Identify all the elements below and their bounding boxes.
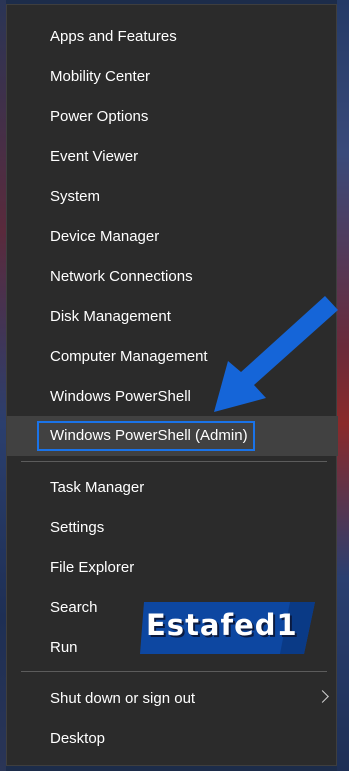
menu-item-label: Shut down or sign out [50, 690, 196, 707]
menu-item-label: Apps and Features [50, 28, 177, 45]
watermark-logo: Estafed1 [140, 600, 315, 656]
menu-item-windows-powershell[interactable]: Windows PowerShell [7, 377, 338, 417]
menu-item-label: Mobility Center [50, 68, 151, 85]
menu-item-label: Computer Management [50, 348, 208, 365]
menu-item-event-viewer[interactable]: Event Viewer [7, 137, 338, 177]
menu-item-label: Windows PowerShell [50, 388, 191, 405]
watermark-text: Estafed1 [146, 608, 298, 642]
menu-item-power-options[interactable]: Power Options [7, 97, 338, 137]
menu-item-label: Desktop [50, 730, 106, 747]
menu-item-windows-powershell-admin[interactable]: Windows PowerShell (Admin) [7, 416, 338, 456]
menu-item-label: Settings [50, 519, 105, 536]
chevron-right-icon [316, 690, 329, 703]
menu-item-apps-and-features[interactable]: Apps and Features [7, 17, 338, 57]
menu-item-file-explorer[interactable]: File Explorer [7, 548, 338, 588]
menu-item-desktop[interactable]: Desktop [7, 719, 338, 759]
menu-separator [21, 671, 327, 672]
wallpaper-right-strip [337, 0, 349, 771]
menu-item-settings[interactable]: Settings [7, 508, 338, 548]
menu-item-mobility-center[interactable]: Mobility Center [7, 57, 338, 97]
menu-item-label: System [50, 188, 101, 205]
focus-rectangle [37, 421, 255, 451]
menu-item-label: Network Connections [50, 268, 193, 285]
menu-item-computer-management[interactable]: Computer Management [7, 337, 338, 377]
menu-item-label: Disk Management [50, 308, 171, 325]
menu-item-label: Search [50, 599, 98, 616]
menu-item-label: Task Manager [50, 479, 145, 496]
menu-item-label: Power Options [50, 108, 149, 125]
menu-item-disk-management[interactable]: Disk Management [7, 297, 338, 337]
menu-item-task-manager[interactable]: Task Manager [7, 468, 338, 508]
menu-item-label: File Explorer [50, 559, 135, 576]
menu-item-system[interactable]: System [7, 177, 338, 217]
menu-item-device-manager[interactable]: Device Manager [7, 217, 338, 257]
menu-item-network-connections[interactable]: Network Connections [7, 257, 338, 297]
menu-item-shut-down-or-sign-out[interactable]: Shut down or sign out [7, 679, 338, 719]
menu-item-label: Event Viewer [50, 148, 139, 165]
menu-item-label: Run [50, 639, 78, 656]
menu-separator [21, 461, 327, 462]
menu-item-label: Device Manager [50, 228, 160, 245]
